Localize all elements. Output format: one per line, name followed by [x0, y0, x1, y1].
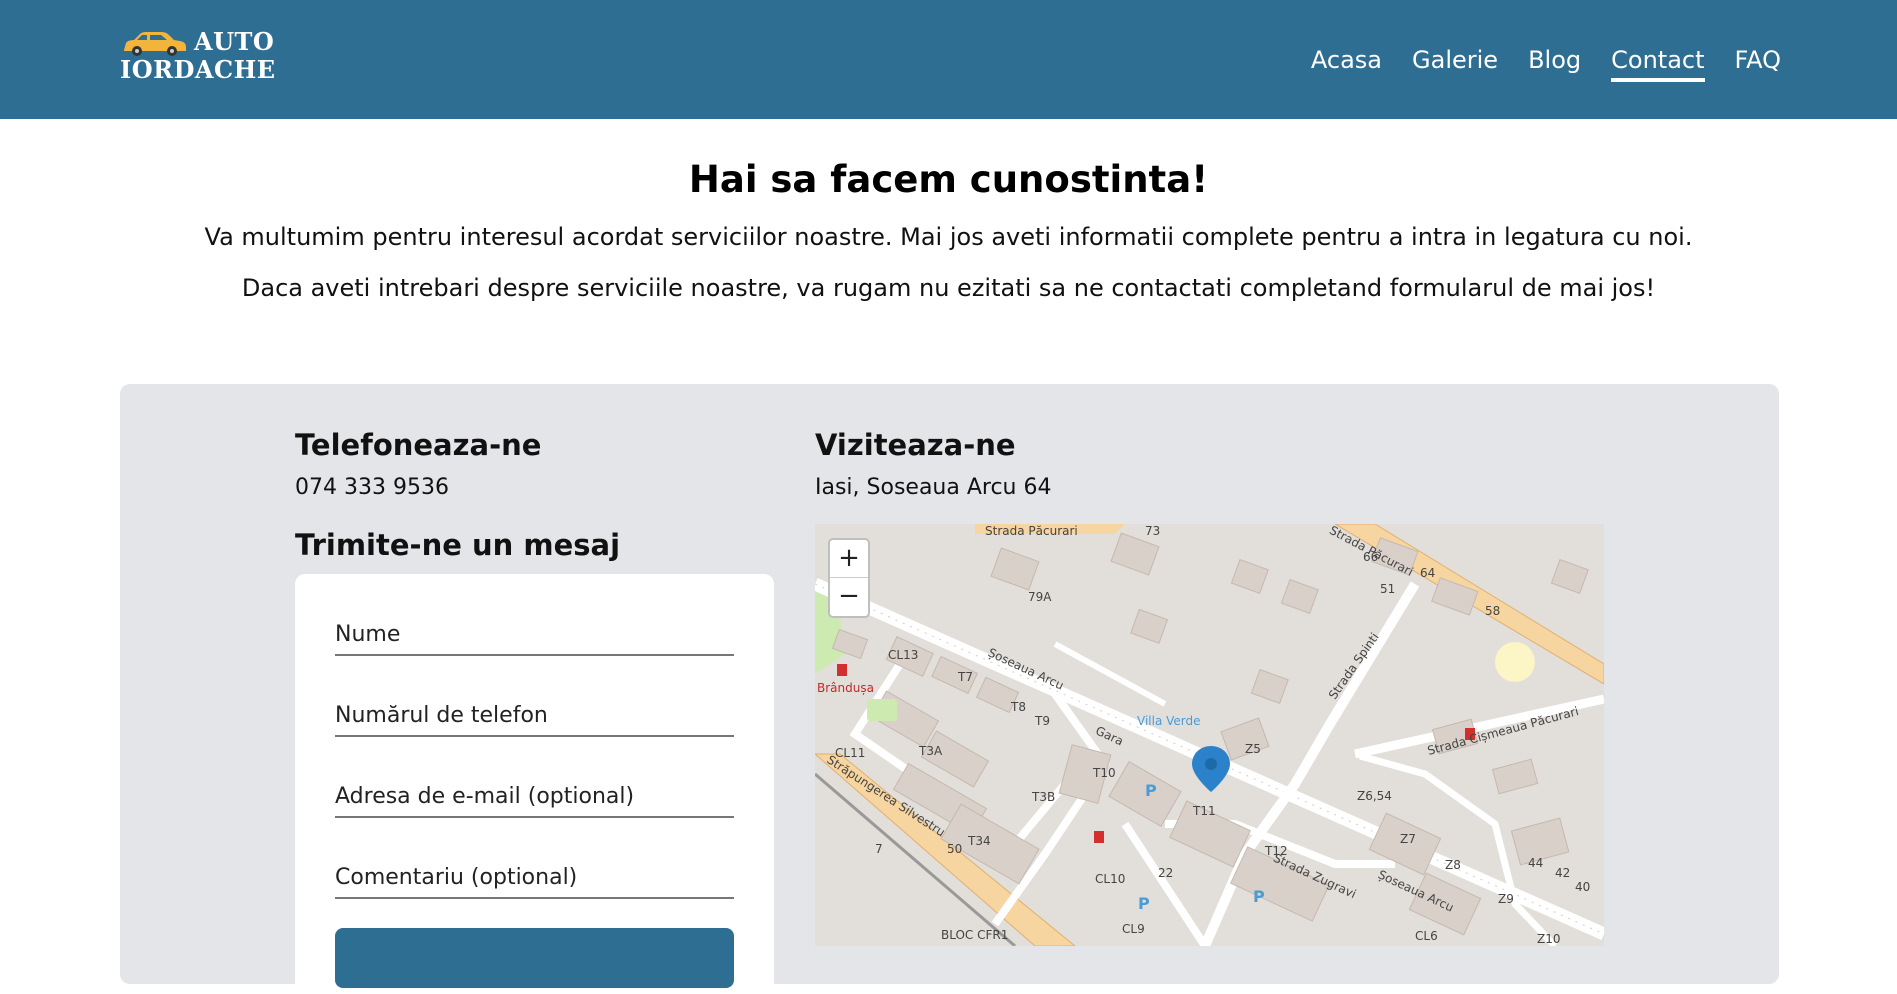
map-label: 66: [1363, 550, 1379, 564]
nav-link-faq[interactable]: FAQ: [1735, 44, 1782, 80]
submit-button[interactable]: [335, 928, 734, 988]
contact-form: Nume Numărul de telefon Adresa de e-mail…: [295, 574, 774, 994]
map-label: T7: [958, 670, 973, 684]
map-label: Z9: [1498, 892, 1514, 906]
site-header: AUTO IORDACHE Acasa Galerie Blog Contact…: [0, 0, 1897, 119]
map-label: T10: [1093, 766, 1116, 780]
address-text: Iasi, Soseaua Arcu 64: [815, 475, 1052, 500]
map-label: 44: [1528, 856, 1544, 870]
map-label: T34: [968, 834, 991, 848]
car-icon: [124, 32, 186, 56]
map-label: 73: [1145, 524, 1161, 538]
email-field[interactable]: Adresa de e-mail (optional): [335, 780, 734, 818]
svg-text:P: P: [1145, 781, 1157, 800]
map-label: Villa Verde: [1137, 714, 1201, 728]
map-label: T12: [1265, 844, 1288, 858]
map-label: Z10: [1537, 932, 1561, 946]
map-label: T9: [1035, 714, 1050, 728]
map-label: Brândușa: [817, 681, 874, 695]
map-label: 50: [947, 842, 963, 856]
map-label: T8: [1011, 700, 1026, 714]
map-label: CL10: [1095, 872, 1126, 886]
nav-link-blog[interactable]: Blog: [1528, 44, 1581, 80]
map-zoom-control: + −: [828, 538, 870, 618]
map-label: CL9: [1122, 922, 1145, 936]
svg-text:P: P: [1253, 887, 1265, 906]
nav-link-galerie[interactable]: Galerie: [1412, 44, 1498, 80]
message-heading: Trimite-ne un mesaj: [295, 528, 621, 562]
site-logo[interactable]: AUTO IORDACHE: [120, 28, 275, 88]
map-label: Z6,54: [1357, 789, 1392, 803]
page-title: Hai sa facem cunostinta!: [688, 158, 1209, 201]
logo-text-line1: AUTO: [194, 27, 275, 56]
nav-link-contact[interactable]: Contact: [1611, 44, 1705, 82]
map-label: 79A: [1028, 590, 1052, 604]
map-label: T11: [1193, 804, 1216, 818]
intro-text-1: Va multumim pentru interesul acordat ser…: [204, 223, 1693, 251]
phone-placeholder: Numărul de telefon: [335, 703, 548, 728]
location-map[interactable]: P P P + − Strada Păcurari Strada Păcurar…: [815, 524, 1604, 946]
zoom-out-button[interactable]: −: [830, 578, 868, 615]
map-label: 7: [875, 842, 883, 856]
nav-link-acasa[interactable]: Acasa: [1311, 44, 1382, 80]
map-label: 58: [1485, 604, 1501, 618]
map-label: 64: [1420, 566, 1436, 580]
map-label: 22: [1158, 866, 1174, 880]
phone-number[interactable]: 074 333 9536: [295, 475, 449, 500]
phone-heading: Telefoneaza-ne: [295, 428, 542, 462]
comment-field[interactable]: Comentariu (optional): [335, 861, 734, 899]
map-label: T3B: [1032, 790, 1056, 804]
map-label: Strada Păcurari: [985, 524, 1078, 538]
visit-heading: Viziteaza-ne: [815, 428, 1016, 462]
svg-text:P: P: [1138, 894, 1150, 913]
map-label: CL6: [1415, 929, 1438, 943]
email-placeholder: Adresa de e-mail (optional): [335, 784, 635, 809]
name-field[interactable]: Nume: [335, 618, 734, 656]
map-label: Z5: [1245, 742, 1261, 756]
name-placeholder: Nume: [335, 622, 401, 647]
map-label: 51: [1380, 582, 1396, 596]
map-label: BLOC CFR1: [941, 928, 1009, 942]
zoom-in-button[interactable]: +: [830, 540, 868, 578]
map-label: CL13: [888, 648, 919, 662]
map-label: 42: [1555, 866, 1571, 880]
logo-text-line2: IORDACHE: [120, 55, 276, 84]
comment-placeholder: Comentariu (optional): [335, 865, 578, 890]
map-label: Z8: [1445, 858, 1461, 872]
map-label: T3A: [919, 744, 943, 758]
intro-text-2: Daca aveti intrebari despre serviciile n…: [241, 274, 1656, 302]
map-label: Z7: [1400, 832, 1416, 846]
main-nav: Acasa Galerie Blog Contact FAQ: [1311, 44, 1782, 82]
phone-field[interactable]: Numărul de telefon: [335, 699, 734, 737]
map-label: 40: [1575, 880, 1591, 894]
